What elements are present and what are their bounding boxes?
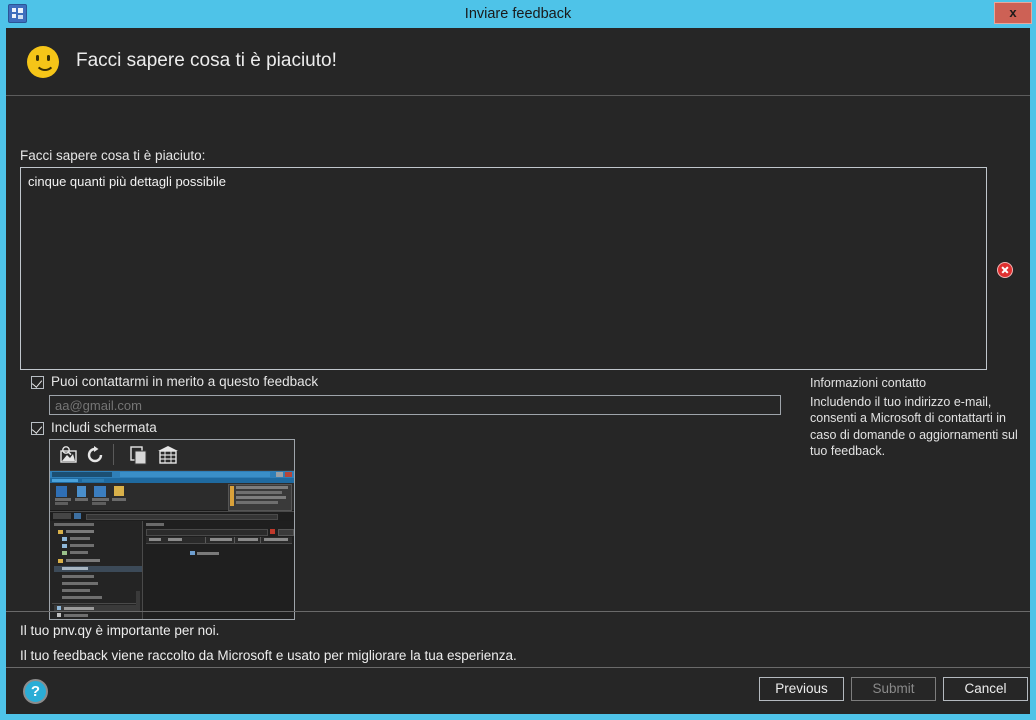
contact-info-body: Includendo il tuo indirizzo e-mail, cons… bbox=[810, 394, 1018, 459]
email-field[interactable] bbox=[49, 395, 781, 415]
submit-button[interactable]: Submit bbox=[851, 677, 936, 701]
feedback-label: Facci sapere cosa ti è piaciuto: bbox=[20, 148, 206, 163]
error-icon[interactable] bbox=[997, 262, 1013, 278]
header-title: Facci sapere cosa ti è piaciuto! bbox=[76, 50, 337, 71]
contact-permission-label: Puoi contattarmi in merito a questo feed… bbox=[51, 374, 319, 389]
feedback-window: Inviare feedback x Facci sapere cosa ti … bbox=[0, 0, 1036, 720]
privacy-line-2: Il tuo feedback viene raccolto da Micros… bbox=[20, 648, 517, 663]
client-area: Facci sapere cosa ti è piaciuto! Facci s… bbox=[6, 28, 1030, 714]
toolbar-divider bbox=[113, 444, 114, 465]
header-band: Facci sapere cosa ti è piaciuto! bbox=[6, 28, 1030, 96]
window-title: Inviare feedback bbox=[464, 6, 572, 22]
contact-permission-checkbox[interactable] bbox=[31, 376, 44, 389]
refresh-icon bbox=[87, 446, 103, 463]
thumbnail-captured-image bbox=[50, 471, 294, 619]
thumbnail-toolbar bbox=[50, 440, 294, 471]
edit-screenshot-icon bbox=[60, 446, 77, 463]
include-screenshot-checkbox[interactable] bbox=[31, 422, 44, 435]
contact-info-title: Informazioni contatto bbox=[810, 376, 927, 390]
screenshot-thumbnail[interactable] bbox=[49, 439, 295, 620]
privacy-block: Il tuo pnv.qy è importante per noi. Il t… bbox=[6, 611, 1030, 667]
include-screenshot-label: Includi schermata bbox=[51, 420, 157, 435]
smiley-face-icon bbox=[27, 46, 59, 78]
cancel-button[interactable]: Cancel bbox=[943, 677, 1028, 701]
footer-bar: ? Previous Submit Cancel bbox=[6, 667, 1030, 714]
feedback-textarea[interactable] bbox=[20, 167, 987, 370]
copy-icon bbox=[130, 446, 147, 465]
title-bar: Inviare feedback x bbox=[0, 0, 1036, 28]
close-button[interactable]: x bbox=[994, 2, 1032, 24]
previous-button[interactable]: Previous bbox=[759, 677, 844, 701]
archive-icon bbox=[158, 446, 178, 464]
contact-info-block: Informazioni contatto Includendo il tuo … bbox=[810, 375, 1035, 460]
help-icon[interactable]: ? bbox=[23, 679, 48, 704]
privacy-line-1: Il tuo pnv.qy è importante per noi. bbox=[20, 623, 220, 638]
main-content: Facci sapere cosa ti è piaciuto: Puoi co… bbox=[6, 97, 1030, 620]
